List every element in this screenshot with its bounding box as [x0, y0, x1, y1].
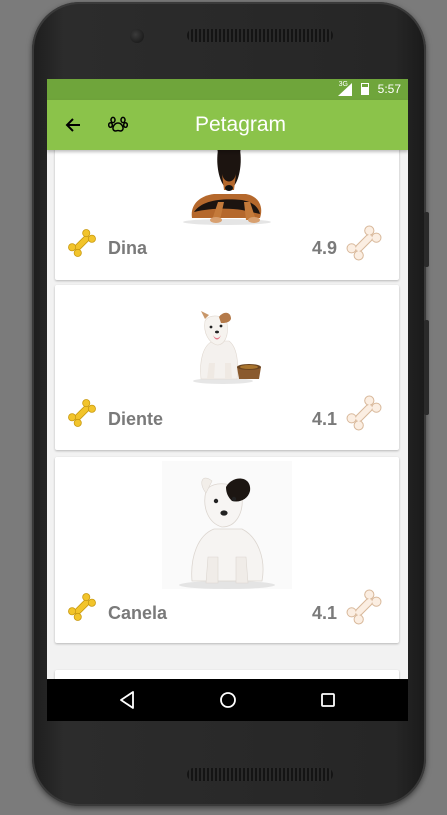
- paw-icon[interactable]: [108, 114, 128, 134]
- bone-outline-icon[interactable]: [345, 224, 383, 262]
- app-bar: Petagram: [47, 100, 408, 150]
- bone-icon: [68, 229, 96, 257]
- pet-list[interactable]: Dina 4.9 Diente 4.1 Canela 4.1: [47, 150, 408, 679]
- bone-outline-icon[interactable]: [345, 588, 383, 626]
- arrow-back-icon[interactable]: [63, 115, 83, 135]
- dog-photo: [162, 461, 292, 589]
- screen: 3G 5:57 Petagram Dina 4.9 Diente 4.1 Can…: [47, 79, 408, 721]
- pet-name: Canela: [108, 603, 168, 623]
- pet-rating: 4.1: [311, 603, 337, 623]
- pet-card: Diente 4.1: [55, 285, 399, 450]
- battery-icon: [361, 83, 369, 95]
- pet-name: Diente: [108, 409, 164, 429]
- pet-card: Canela 4.1: [55, 457, 399, 643]
- front-camera: [130, 29, 144, 43]
- system-nav-bar: [47, 679, 408, 721]
- bone-icon: [68, 593, 96, 621]
- pet-card: Dina 4.9: [55, 150, 399, 280]
- pet-name: Dina: [108, 238, 148, 258]
- pet-card: [55, 670, 399, 679]
- power-button[interactable]: [424, 320, 429, 415]
- bone-icon: [68, 399, 96, 427]
- dog-photo: [187, 301, 267, 385]
- volume-button[interactable]: [424, 212, 429, 267]
- signal-icon: [338, 83, 352, 96]
- speaker-grille-bottom: [187, 768, 333, 781]
- triangle-back-icon[interactable]: [117, 689, 139, 711]
- circle-home-icon[interactable]: [217, 689, 239, 711]
- speaker-grille-top: [187, 29, 333, 42]
- status-time: 5:57: [377, 82, 401, 96]
- dog-photo: [172, 150, 282, 226]
- app-title: Petagram: [195, 113, 287, 136]
- square-recents-icon[interactable]: [317, 689, 339, 711]
- pet-rating: 4.9: [311, 238, 337, 258]
- pet-rating: 4.1: [311, 409, 337, 429]
- status-bar: 3G 5:57: [47, 79, 408, 100]
- bone-outline-icon[interactable]: [345, 394, 383, 432]
